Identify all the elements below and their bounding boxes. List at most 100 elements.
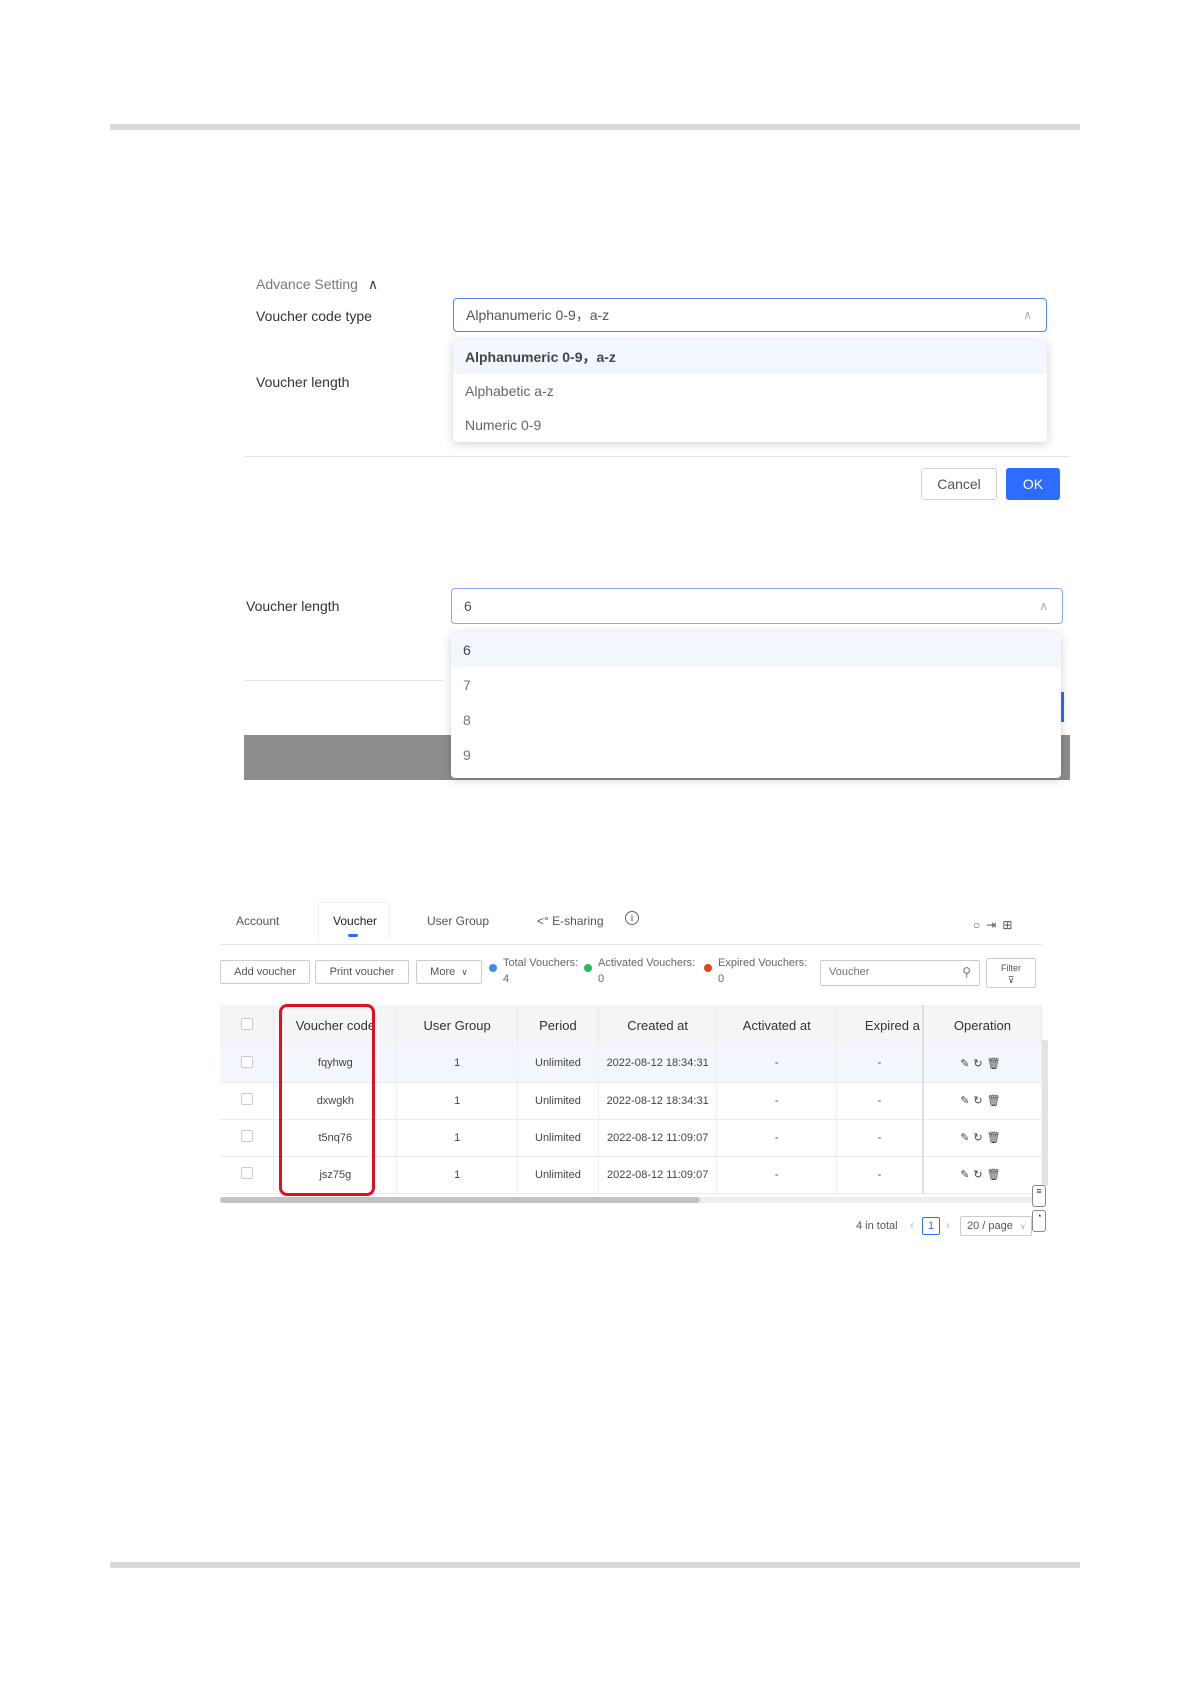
- tab-account[interactable]: Account: [236, 914, 279, 928]
- length-dropdown: 6 7 8 9: [451, 632, 1061, 778]
- support-icon[interactable]: ◔: [1032, 1210, 1046, 1232]
- activated-label: Activated Vouchers:: [598, 957, 696, 969]
- ok-button[interactable]: OK: [1006, 468, 1060, 500]
- column-header[interactable]: Operation: [921, 1005, 1042, 1045]
- more-button[interactable]: More ∨: [416, 960, 482, 984]
- column-header[interactable]: User Group: [396, 1005, 519, 1045]
- add-voucher-button[interactable]: Add voucher: [220, 960, 310, 984]
- length-label: Voucher length: [256, 374, 350, 390]
- expired-value: 0: [718, 973, 725, 985]
- activated-at: -: [716, 1045, 838, 1083]
- option-alphabetic[interactable]: Alphabetic a-z: [453, 374, 1047, 408]
- column-header[interactable]: Created at: [598, 1005, 718, 1045]
- length-value: 6: [464, 598, 472, 614]
- expired-at: -: [836, 1082, 924, 1120]
- delete-icon[interactable]: 🗑: [987, 1169, 1005, 1181]
- row-checkbox-cell: [220, 1119, 275, 1157]
- row-checkbox[interactable]: [240, 1167, 253, 1179]
- tabs-divider: [220, 944, 1042, 945]
- code-type-dropdown: Alphanumeric 0-9，a-z Alphabetic a-z Nume…: [453, 340, 1047, 442]
- period: Unlimited: [517, 1156, 599, 1194]
- option-length-9[interactable]: 9: [451, 737, 1061, 772]
- option-length-7[interactable]: 7: [451, 667, 1061, 702]
- page-1-button[interactable]: 1: [922, 1217, 940, 1235]
- user-group: 1: [396, 1119, 519, 1157]
- column-header[interactable]: Expired a: [836, 1005, 924, 1045]
- row-checkbox[interactable]: [240, 1055, 253, 1068]
- chevron-up-icon: ∧: [367, 276, 379, 292]
- column-header[interactable]: Period: [517, 1005, 599, 1045]
- option-alphanumeric[interactable]: Alphanumeric 0-9，a-z: [453, 340, 1047, 374]
- activated-at: -: [716, 1156, 838, 1194]
- row-checkbox-cell: [220, 1045, 275, 1083]
- edit-icon[interactable]: ✎: [960, 1132, 973, 1144]
- refresh-icon[interactable]: ○: [973, 918, 986, 932]
- voucher-length-panel: Voucher length 6 ∧ 6 7 8 9: [244, 578, 1070, 780]
- advance-setting-toggle[interactable]: Advance Setting ∧: [256, 276, 378, 293]
- activated-value: 0: [598, 973, 605, 985]
- column-header[interactable]: Activated at: [716, 1005, 838, 1045]
- delete-icon[interactable]: 🗑: [987, 1058, 1005, 1070]
- reset-icon[interactable]: ↻: [973, 1058, 986, 1070]
- expired-at: -: [836, 1156, 924, 1194]
- chevron-down-icon: ∨: [461, 966, 468, 977]
- user-group: 1: [396, 1045, 519, 1083]
- code-type-select[interactable]: Alphanumeric 0-9，a-z ∧: [453, 298, 1047, 332]
- length-select[interactable]: 6 ∧: [451, 588, 1063, 624]
- cancel-button[interactable]: Cancel: [921, 468, 997, 500]
- expired-label: Expired Vouchers:: [718, 957, 808, 969]
- total-dot: [489, 964, 497, 972]
- edit-icon[interactable]: ✎: [960, 1169, 973, 1181]
- total-value: 4: [503, 973, 510, 985]
- reset-icon[interactable]: ↻: [973, 1169, 986, 1181]
- option-length-6[interactable]: 6: [451, 632, 1061, 667]
- edit-icon[interactable]: ✎: [960, 1058, 973, 1070]
- delete-icon[interactable]: 🗑: [987, 1095, 1005, 1107]
- reset-icon[interactable]: ↻: [973, 1095, 986, 1107]
- filter-label: Filter: [1001, 963, 1021, 973]
- tab-voucher[interactable]: Voucher: [333, 914, 377, 928]
- chevron-up-icon: ∧: [1039, 599, 1048, 613]
- row-checkbox[interactable]: [240, 1093, 253, 1105]
- option-numeric[interactable]: Numeric 0-9: [453, 408, 1047, 442]
- grid-icon[interactable]: ⊞: [1002, 918, 1018, 932]
- operation-cell: ✎↻🗑: [921, 1082, 1042, 1120]
- tab-e-sharing[interactable]: <° E-sharing: [537, 914, 604, 928]
- header-rule: [110, 124, 1080, 130]
- info-icon[interactable]: i: [625, 911, 639, 925]
- reset-icon[interactable]: ↻: [973, 1132, 986, 1144]
- search-box[interactable]: ⚲: [820, 960, 980, 986]
- activated-vouchers-stat: Activated Vouchers: 0: [598, 955, 695, 987]
- footer-rule: [110, 1562, 1080, 1568]
- vertical-scrollbar[interactable]: [1042, 1040, 1048, 1186]
- edit-icon[interactable]: ✎: [960, 1095, 973, 1107]
- page-size-value: 20 / page: [967, 1220, 1013, 1232]
- print-voucher-button[interactable]: Print voucher: [315, 960, 409, 984]
- export-icon[interactable]: ⇥: [986, 918, 1002, 932]
- tab-user-group[interactable]: User Group: [427, 914, 489, 928]
- more-label: More: [430, 966, 456, 978]
- select-all-checkbox[interactable]: [240, 1017, 253, 1030]
- active-tab-indicator: [348, 934, 358, 937]
- chevron-up-icon: ∧: [1023, 308, 1032, 322]
- chat-icon[interactable]: ≡: [1032, 1185, 1046, 1207]
- next-page-icon[interactable]: ›: [946, 1218, 950, 1232]
- expired-dot: [704, 964, 712, 972]
- divider: [244, 456, 1070, 457]
- row-checkbox[interactable]: [240, 1130, 253, 1142]
- operation-cell: ✎↻🗑: [921, 1045, 1042, 1083]
- period: Unlimited: [517, 1045, 599, 1083]
- filter-icon: ⊽: [1007, 975, 1015, 985]
- created-at: 2022-08-12 18:34:31: [598, 1082, 718, 1120]
- horizontal-scrollbar-thumb[interactable]: [220, 1197, 700, 1203]
- filter-button[interactable]: Filter ⊽: [986, 958, 1036, 988]
- search-icon[interactable]: ⚲: [962, 965, 971, 979]
- page-size-select[interactable]: 20 / page ∨: [960, 1216, 1032, 1236]
- option-length-8[interactable]: 8: [451, 702, 1061, 737]
- pagination-total: 4 in total: [856, 1220, 898, 1232]
- user-group: 1: [396, 1082, 519, 1120]
- search-input[interactable]: [829, 961, 949, 983]
- prev-page-icon[interactable]: ‹: [910, 1218, 914, 1232]
- delete-icon[interactable]: 🗑: [987, 1132, 1005, 1144]
- advance-setting-panel: Advance Setting ∧ Voucher code type Alph…: [244, 270, 1070, 504]
